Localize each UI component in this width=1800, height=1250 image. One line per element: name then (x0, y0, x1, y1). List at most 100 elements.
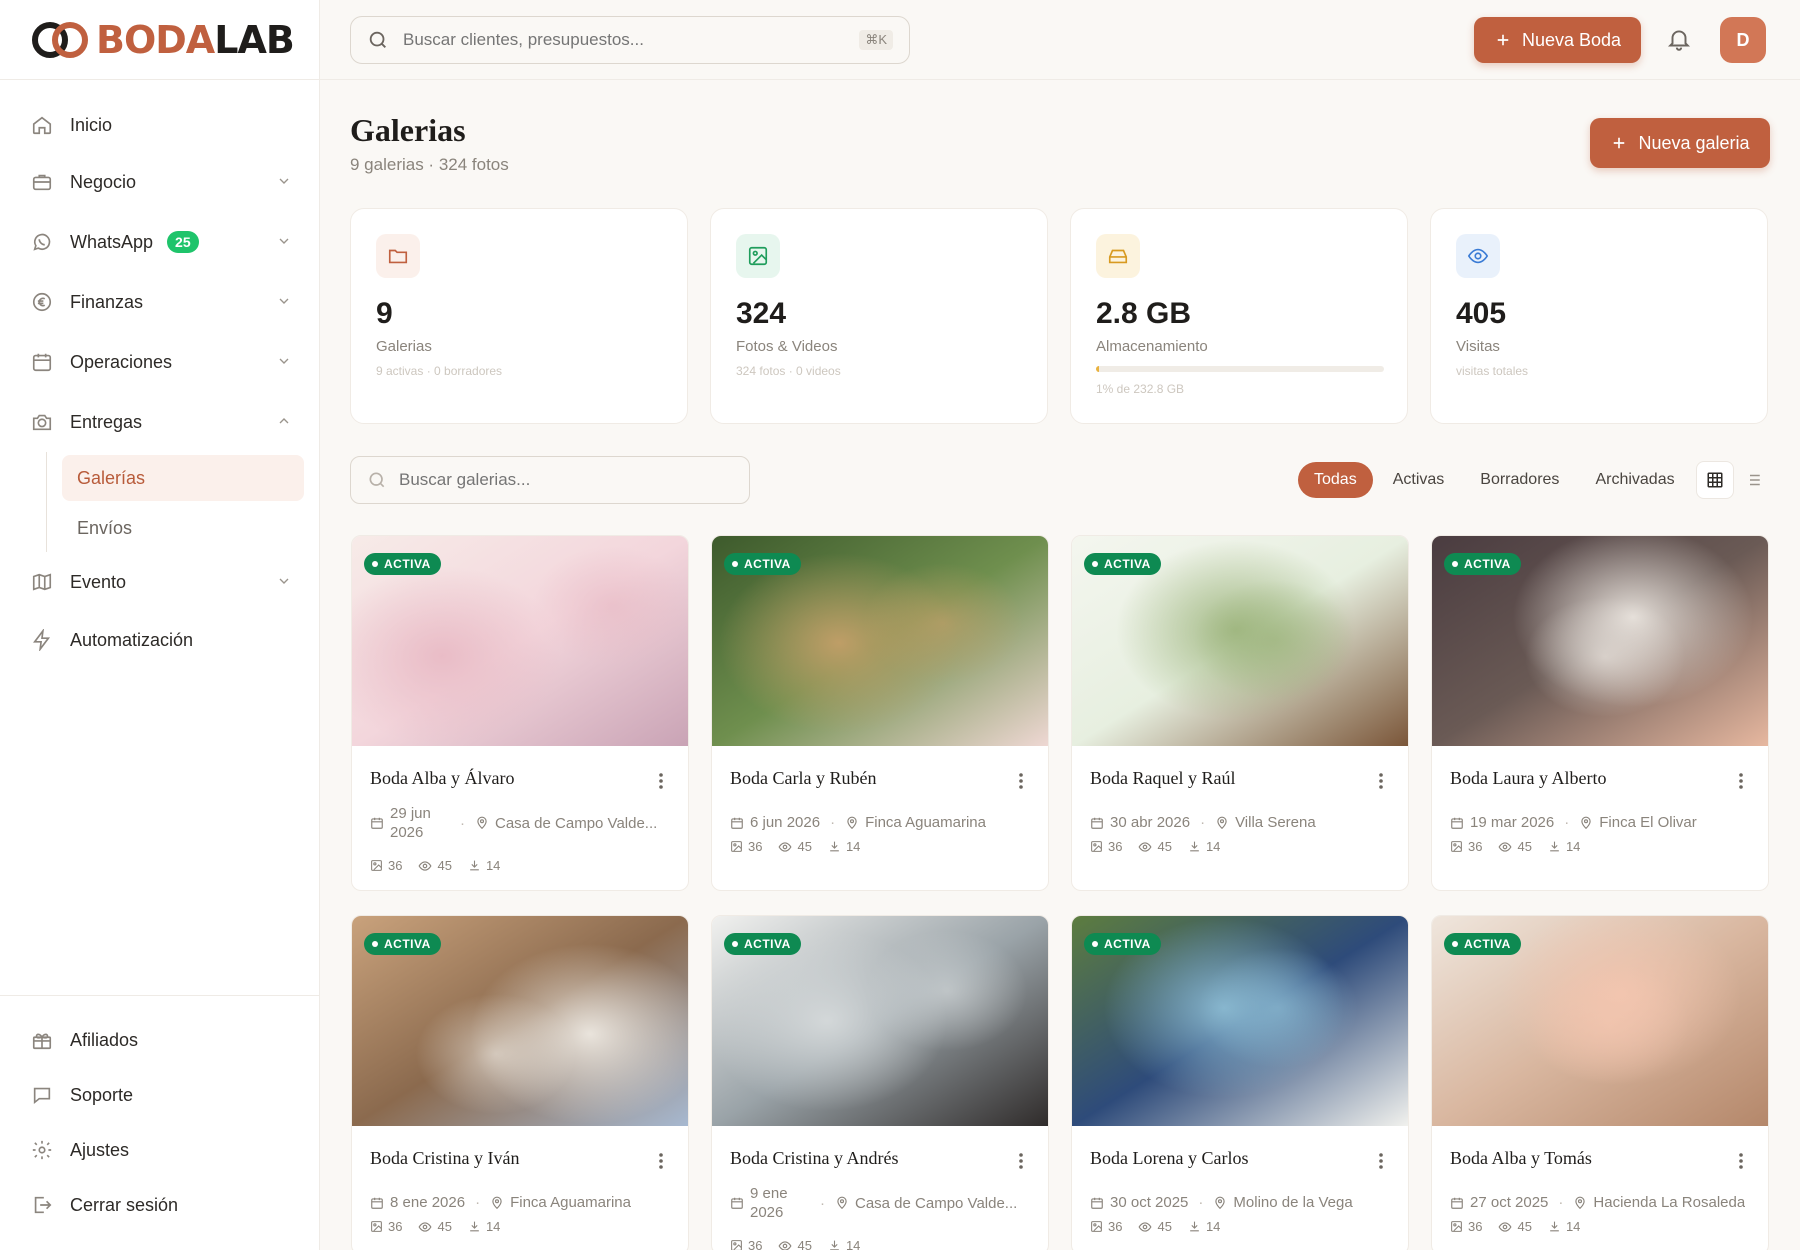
location-pin-icon (1575, 1196, 1586, 1209)
photos-count: 36 (1090, 1219, 1122, 1234)
new-gallery-button[interactable]: Nueva galeria (1590, 118, 1770, 168)
filter-archivadas[interactable]: Archivadas (1579, 462, 1690, 498)
photos-count: 36 (370, 1219, 402, 1234)
status-label: ACTIVA (384, 557, 431, 571)
gallery-card[interactable]: ACTIVA Boda Alba y Álvaro 29 jun 2026 · … (351, 535, 689, 891)
chevron-down-icon[interactable] (276, 173, 292, 194)
gallery-card[interactable]: ACTIVA Boda Raquel y Raúl 30 abr 2026 · … (1071, 535, 1409, 891)
logo[interactable]: BODA LAB (0, 0, 319, 80)
page-title: Galerias (350, 112, 466, 148)
views-count: 45 (1498, 1219, 1532, 1234)
sidebar-item-soporte[interactable]: Soporte (30, 1078, 292, 1112)
more-options-icon[interactable] (1378, 772, 1384, 795)
gallery-title[interactable]: Boda Lorena y Carlos (1090, 1148, 1248, 1169)
stat-card-visitas: 405 Visitas visitas totales (1430, 208, 1768, 424)
gallery-date: 9 ene 2026 (730, 1184, 810, 1222)
gallery-card[interactable]: ACTIVA Boda Cristina y Andrés 9 ene 2026… (711, 915, 1049, 1250)
more-options-icon[interactable] (658, 1152, 664, 1175)
sidebar-item-ajustes[interactable]: Ajustes (30, 1133, 292, 1167)
gallery-search-input[interactable] (399, 470, 719, 490)
views-count: 45 (418, 1219, 452, 1234)
status-label: ACTIVA (744, 937, 791, 951)
eye-icon (1456, 234, 1500, 278)
chevron-up-icon[interactable] (276, 413, 292, 434)
gallery-title[interactable]: Boda Cristina y Andrés (730, 1148, 899, 1169)
sidebar-item-label: Inicio (70, 114, 113, 135)
search-input[interactable] (403, 30, 823, 50)
downloads-count-text: 14 (485, 1219, 501, 1234)
gallery-date-text: 29 jun 2026 (390, 805, 431, 841)
gallery-card[interactable]: ACTIVA Boda Lorena y Carlos 30 oct 2025 … (1071, 915, 1409, 1250)
chevron-down-icon[interactable] (276, 573, 292, 594)
sidebar-item-inicio[interactable]: Inicio (30, 108, 292, 142)
gallery-location: Casa de Campo Valde... (475, 815, 657, 832)
downloads-count: 14 (1188, 1219, 1220, 1234)
sidebar-item-evento[interactable]: Evento (30, 565, 292, 599)
stat-value: 9 (376, 297, 393, 330)
sidebar-item-entregas[interactable]: Entregas (30, 405, 292, 439)
views-count: 45 (1498, 839, 1532, 854)
gallery-title[interactable]: Boda Laura y Alberto (1450, 768, 1606, 789)
download-icon (470, 1221, 479, 1232)
gallery-card[interactable]: ACTIVA Boda Laura y Alberto 19 mar 2026 … (1431, 535, 1769, 891)
sidebar-item-operaciones[interactable]: Operaciones (30, 345, 292, 379)
sidebar-item-negocio[interactable]: Negocio (30, 165, 292, 199)
more-options-icon[interactable] (658, 772, 664, 795)
views-count: 45 (418, 858, 452, 873)
bell-icon[interactable] (1666, 26, 1692, 57)
downloads-count-text: 14 (845, 839, 861, 854)
views-count: 45 (778, 839, 812, 854)
new-wedding-button[interactable]: Nueva Boda (1474, 17, 1641, 63)
gallery-title[interactable]: Boda Alba y Tomás (1450, 1148, 1592, 1169)
gallery-card[interactable]: ACTIVA Boda Cristina y Iván 8 ene 2026 ·… (351, 915, 689, 1250)
list-view-icon[interactable] (1734, 461, 1772, 499)
sidebar-item-automatizacion[interactable]: Automatización (30, 623, 292, 657)
more-options-icon[interactable] (1018, 1152, 1024, 1175)
gallery-title[interactable]: Boda Cristina y Iván (370, 1148, 519, 1169)
photos-count-text: 36 (748, 839, 763, 854)
page-subtitle: 9 galerias · 324 fotos (350, 155, 509, 174)
more-options-icon[interactable] (1378, 1152, 1384, 1175)
global-search[interactable]: ⌘K (350, 16, 910, 64)
chevron-down-icon[interactable] (276, 293, 292, 314)
chevron-down-icon[interactable] (276, 233, 292, 254)
sidebar-item-whatsapp[interactable]: WhatsApp 25 (30, 225, 292, 259)
status-dot (372, 561, 378, 567)
avatar[interactable]: D (1720, 17, 1766, 63)
gallery-title[interactable]: Boda Alba y Álvaro (370, 768, 514, 789)
more-options-icon[interactable] (1738, 772, 1744, 795)
gallery-search[interactable] (350, 456, 750, 504)
more-options-icon[interactable] (1018, 772, 1024, 795)
filter-todas[interactable]: Todas (1298, 462, 1373, 498)
more-options-icon[interactable] (1738, 1152, 1744, 1175)
sidebar-subitem-galerias[interactable]: Galerías (62, 455, 304, 501)
status-badge: ACTIVA (1444, 933, 1521, 955)
sidebar-item-finanzas[interactable]: Finanzas (30, 285, 292, 319)
sidebar-subitem-label: Envíos (77, 517, 133, 538)
downloads-count: 14 (1188, 839, 1220, 854)
download-icon (830, 841, 839, 852)
gallery-meta: 29 jun 2026 · Casa de Campo Valde... (370, 804, 680, 842)
filter-borradores[interactable]: Borradores (1464, 462, 1575, 498)
photos-icon (1451, 1221, 1462, 1232)
gallery-card[interactable]: ACTIVA Boda Carla y Rubén 6 jun 2026 · F… (711, 535, 1049, 891)
status-badge: ACTIVA (724, 933, 801, 955)
sidebar-item-afiliados[interactable]: Afiliados (30, 1023, 292, 1057)
photos-icon (1091, 841, 1102, 852)
stat-card-almacenamiento: 2.8 GB Almacenamiento 1% de 232.8 GB (1070, 208, 1408, 424)
gallery-title[interactable]: Boda Carla y Rubén (730, 768, 876, 789)
status-badge: ACTIVA (1084, 553, 1161, 575)
grid-view-icon[interactable] (1696, 461, 1734, 499)
chevron-down-icon[interactable] (276, 353, 292, 374)
gallery-card[interactable]: ACTIVA Boda Alba y Tomás 27 oct 2025 · H… (1431, 915, 1769, 1250)
status-label: ACTIVA (1104, 557, 1151, 571)
photos-icon (371, 860, 382, 871)
sidebar-subitem-envios[interactable]: Envíos (62, 505, 304, 551)
photos-count: 36 (1450, 839, 1482, 854)
photos-count: 36 (730, 1238, 762, 1250)
sidebar-item-cerrar-sesion[interactable]: Cerrar sesión (30, 1188, 292, 1222)
gallery-title[interactable]: Boda Raquel y Raúl (1090, 768, 1235, 789)
search-icon (369, 31, 386, 48)
filter-activas[interactable]: Activas (1377, 462, 1461, 498)
views-count-text: 45 (437, 858, 452, 873)
